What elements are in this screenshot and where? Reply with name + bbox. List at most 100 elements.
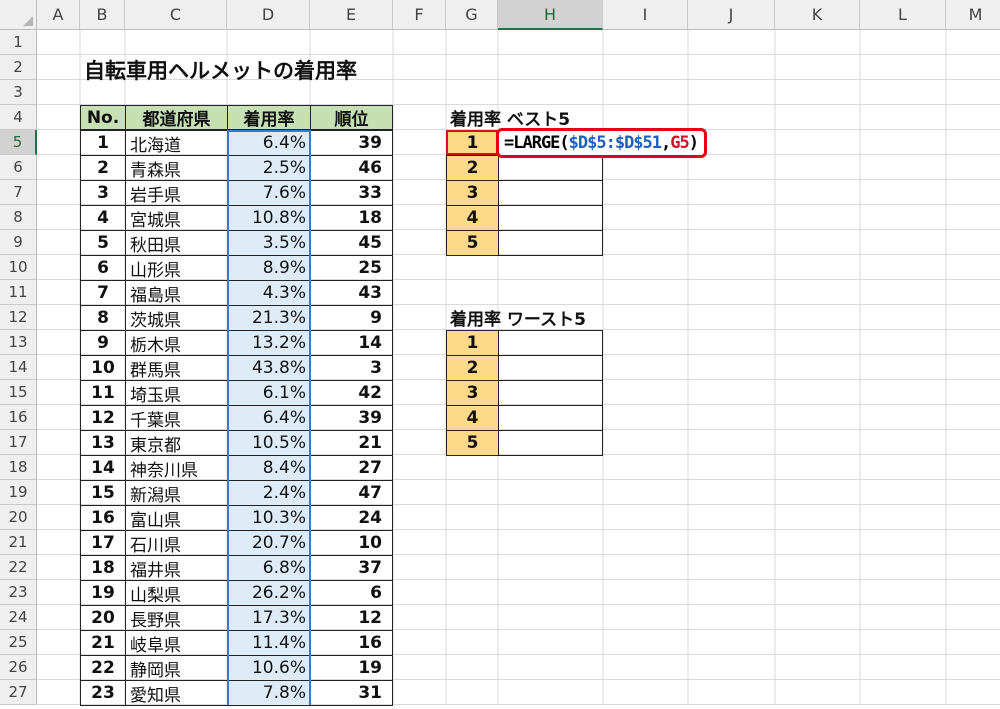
column-header-b[interactable]: B: [80, 0, 125, 30]
best-rank-cell[interactable]: 4: [446, 205, 499, 231]
column-header-d[interactable]: D: [227, 0, 310, 30]
table-cell-rank[interactable]: 37: [310, 555, 393, 581]
table-cell-no[interactable]: 11: [80, 380, 126, 406]
table-cell-pref[interactable]: 宮城県: [125, 205, 228, 231]
table-cell-rank[interactable]: 12: [310, 605, 393, 631]
table-cell-rate[interactable]: 6.8%: [227, 555, 311, 581]
row-header-9[interactable]: 9: [0, 230, 37, 255]
best5-label[interactable]: 着用率 ベスト5: [450, 105, 570, 130]
row-header-22[interactable]: 22: [0, 555, 37, 580]
row-header-4[interactable]: 4: [0, 105, 37, 130]
table-cell-rank[interactable]: 42: [310, 380, 393, 406]
table-cell-rate[interactable]: 43.8%: [227, 355, 311, 381]
table-cell-pref[interactable]: 岩手県: [125, 180, 228, 206]
table-cell-rate[interactable]: 7.6%: [227, 180, 311, 206]
column-header-c[interactable]: C: [125, 0, 227, 30]
table-cell-rank[interactable]: 19: [310, 655, 393, 681]
table-cell-rank[interactable]: 46: [310, 155, 393, 181]
column-header-h[interactable]: H: [498, 0, 603, 30]
table-cell-rate[interactable]: 11.4%: [227, 630, 311, 656]
table-cell-no[interactable]: 8: [80, 305, 126, 331]
column-header-f[interactable]: F: [393, 0, 446, 30]
table-cell-rate[interactable]: 4.3%: [227, 280, 311, 306]
table-cell-rate[interactable]: 2.4%: [227, 480, 311, 506]
table-cell-rate[interactable]: 6.4%: [227, 130, 311, 156]
best-value-cell[interactable]: [498, 230, 603, 256]
table-cell-rate[interactable]: 10.6%: [227, 655, 311, 681]
row-header-23[interactable]: 23: [0, 580, 37, 605]
worst-value-cell[interactable]: [498, 380, 603, 406]
column-header-j[interactable]: J: [688, 0, 775, 30]
table-cell-rate[interactable]: 2.5%: [227, 155, 311, 181]
table-cell-rank[interactable]: 9: [310, 305, 393, 331]
table-cell-no[interactable]: 19: [80, 580, 126, 606]
table-cell-no[interactable]: 16: [80, 505, 126, 531]
worst-value-cell[interactable]: [498, 330, 603, 356]
table-cell-no[interactable]: 15: [80, 480, 126, 506]
table-cell-rate[interactable]: 6.1%: [227, 380, 311, 406]
table-cell-rate[interactable]: 10.5%: [227, 430, 311, 456]
table-cell-rank[interactable]: 14: [310, 330, 393, 356]
worst-value-cell[interactable]: [498, 405, 603, 431]
column-header-l[interactable]: L: [860, 0, 946, 30]
table-cell-pref[interactable]: 愛知県: [125, 680, 228, 706]
header-rank[interactable]: 順位: [310, 105, 393, 130]
table-cell-rank[interactable]: 47: [310, 480, 393, 506]
best-value-cell[interactable]: [498, 180, 603, 206]
worst-rank-cell[interactable]: 2: [446, 355, 499, 381]
table-cell-pref[interactable]: 茨城県: [125, 305, 228, 331]
table-cell-rate[interactable]: 7.8%: [227, 680, 311, 706]
table-cell-rank[interactable]: 33: [310, 180, 393, 206]
table-cell-pref[interactable]: 福井県: [125, 555, 228, 581]
table-cell-rank[interactable]: 39: [310, 405, 393, 431]
row-header-24[interactable]: 24: [0, 605, 37, 630]
worst-rank-cell[interactable]: 5: [446, 430, 499, 456]
table-cell-no[interactable]: 18: [80, 555, 126, 581]
table-cell-no[interactable]: 3: [80, 180, 126, 206]
table-cell-rate[interactable]: 17.3%: [227, 605, 311, 631]
best-rank-cell[interactable]: 2: [446, 155, 499, 181]
table-cell-rate[interactable]: 21.3%: [227, 305, 311, 331]
sheet-title[interactable]: 自転車用ヘルメットの着用率: [84, 55, 357, 85]
row-header-10[interactable]: 10: [0, 255, 37, 280]
column-header-k[interactable]: K: [775, 0, 860, 30]
table-cell-rank[interactable]: 45: [310, 230, 393, 256]
table-cell-pref[interactable]: 埼玉県: [125, 380, 228, 406]
column-header-i[interactable]: I: [603, 0, 688, 30]
table-cell-rate[interactable]: 10.8%: [227, 205, 311, 231]
table-cell-rate[interactable]: 6.4%: [227, 405, 311, 431]
table-cell-rank[interactable]: 21: [310, 430, 393, 456]
column-header-a[interactable]: A: [37, 0, 80, 30]
row-header-6[interactable]: 6: [0, 155, 37, 180]
row-header-19[interactable]: 19: [0, 480, 37, 505]
table-cell-rate[interactable]: 8.4%: [227, 455, 311, 481]
table-cell-no[interactable]: 13: [80, 430, 126, 456]
table-cell-pref[interactable]: 神奈川県: [125, 455, 228, 481]
row-header-17[interactable]: 17: [0, 430, 37, 455]
table-cell-pref[interactable]: 富山県: [125, 505, 228, 531]
best-rank-cell[interactable]: 5: [446, 230, 499, 256]
best-value-cell[interactable]: [498, 205, 603, 231]
table-cell-no[interactable]: 22: [80, 655, 126, 681]
worst-value-cell[interactable]: [498, 355, 603, 381]
table-cell-rate[interactable]: 8.9%: [227, 255, 311, 281]
worst-value-cell[interactable]: [498, 430, 603, 456]
table-cell-rank[interactable]: 27: [310, 455, 393, 481]
table-cell-no[interactable]: 14: [80, 455, 126, 481]
table-cell-no[interactable]: 23: [80, 680, 126, 706]
row-header-16[interactable]: 16: [0, 405, 37, 430]
table-cell-rate[interactable]: 13.2%: [227, 330, 311, 356]
table-cell-rank[interactable]: 39: [310, 130, 393, 156]
row-header-27[interactable]: 27: [0, 680, 37, 705]
row-header-7[interactable]: 7: [0, 180, 37, 205]
table-cell-pref[interactable]: 岐阜県: [125, 630, 228, 656]
row-header-8[interactable]: 8: [0, 205, 37, 230]
table-cell-rank[interactable]: 3: [310, 355, 393, 381]
table-cell-pref[interactable]: 石川県: [125, 530, 228, 556]
select-all-corner[interactable]: [0, 0, 37, 30]
row-header-12[interactable]: 12: [0, 305, 37, 330]
worst5-label[interactable]: 着用率 ワースト5: [450, 305, 586, 330]
row-header-18[interactable]: 18: [0, 455, 37, 480]
table-cell-pref[interactable]: 山梨県: [125, 580, 228, 606]
table-cell-pref[interactable]: 福島県: [125, 280, 228, 306]
